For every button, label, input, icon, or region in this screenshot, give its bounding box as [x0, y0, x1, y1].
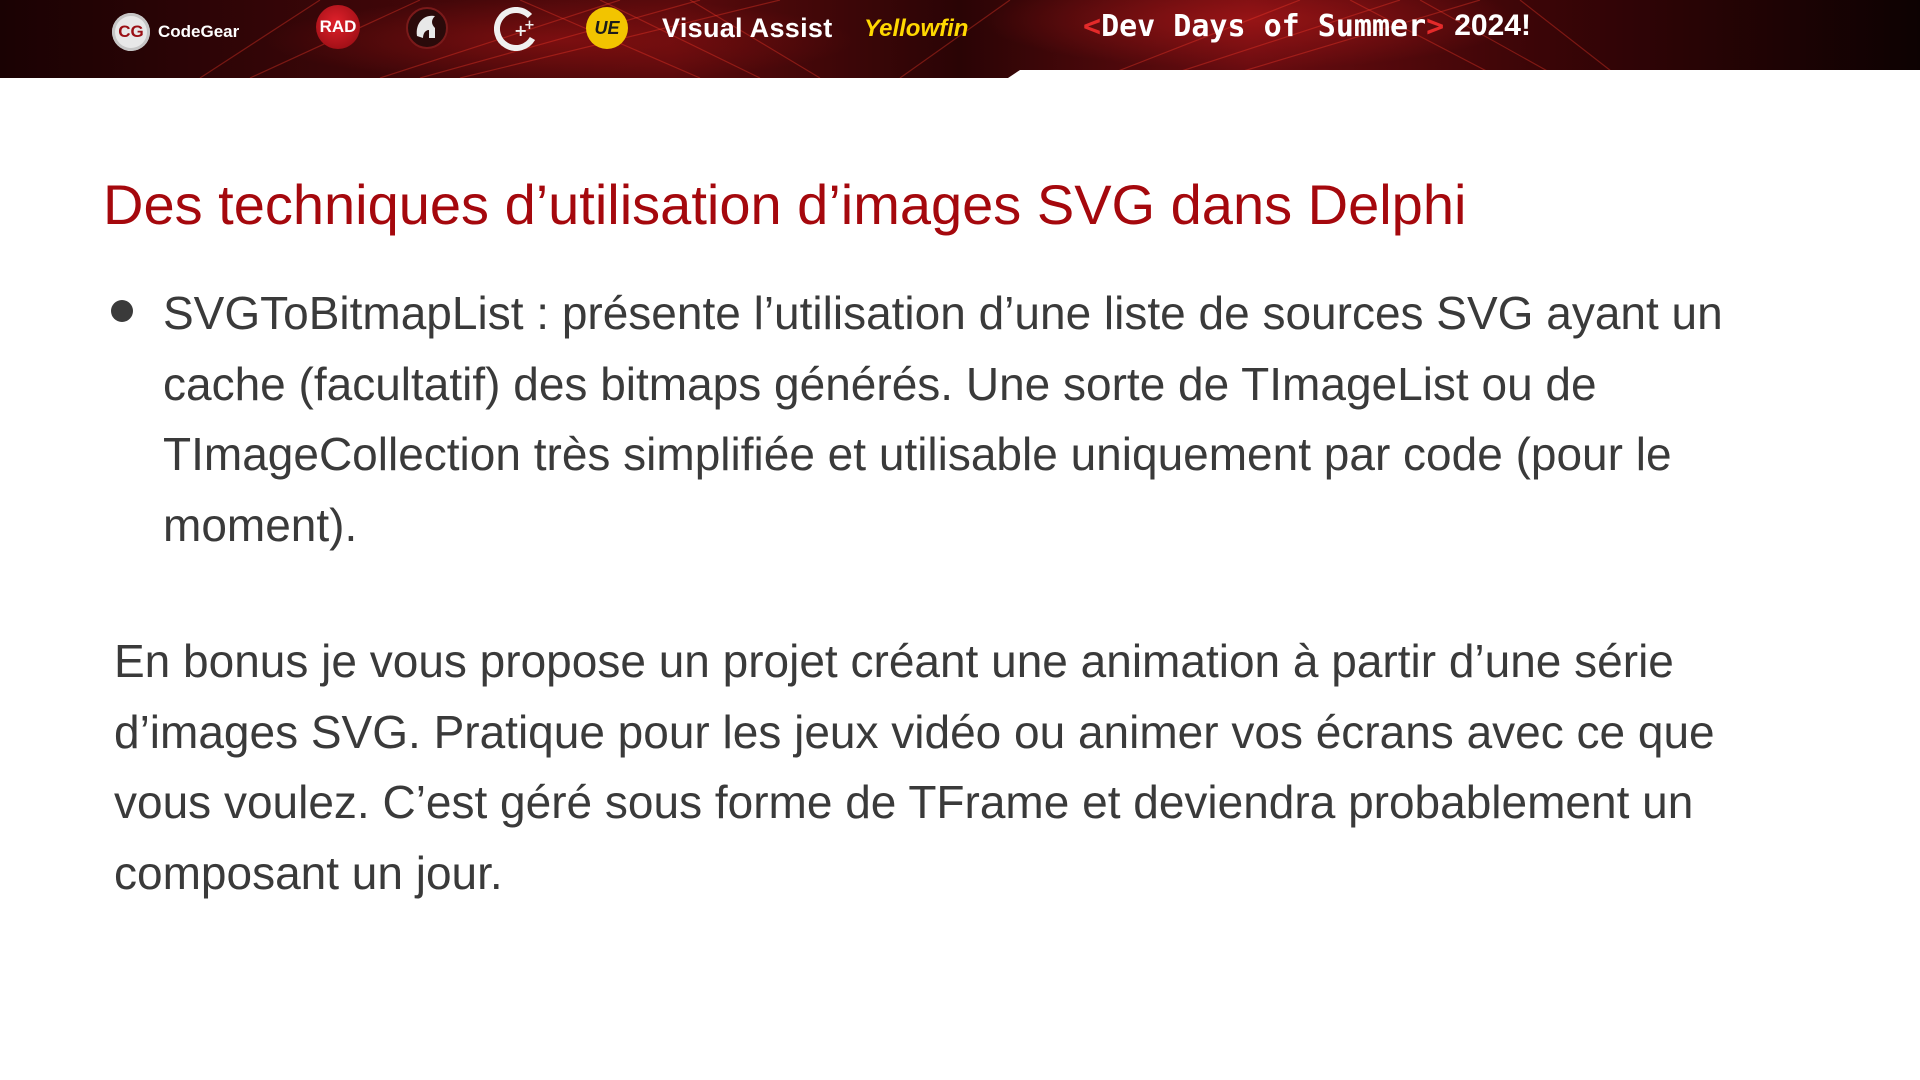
codegear-badge-icon: CG: [112, 13, 150, 51]
spartan-helmet-icon: [406, 7, 448, 49]
yellowfin-logo: Yellowfin: [864, 3, 968, 55]
ue-badge-icon: UE: [586, 7, 628, 49]
spartan-helmet-logo: [405, 2, 449, 54]
bullet-dot-icon: [111, 300, 133, 322]
slide-title: Des techniques d’utilisation d’images SV…: [103, 173, 1467, 236]
codegear-label: CodeGear: [158, 22, 240, 41]
event-title: < Dev Days of Summer > 2024!: [1083, 0, 1531, 52]
close-bracket: >: [1426, 8, 1445, 44]
svg-text:+: +: [524, 18, 535, 33]
yellowfin-label: Yellowfin: [864, 15, 969, 42]
rad-badge-icon: RAD: [316, 5, 360, 49]
codegear-logo: CG CodeGear: [112, 6, 239, 58]
bonus-paragraph: En bonus je vous propose un projet créan…: [114, 635, 1715, 899]
visual-assist-logo: Visual Assist: [662, 2, 833, 54]
bullet-item: SVGToBitmapList : présente l’utilisation…: [111, 278, 1751, 560]
event-year: 2024!: [1454, 9, 1531, 42]
sponsor-banner: CG CodeGear RAD + + UE Visual Assist Yel…: [0, 0, 1920, 78]
cpp-icon: + +: [494, 7, 538, 51]
rad-logo: RAD: [316, 1, 360, 53]
visual-assist-label: Visual Assist: [662, 12, 833, 43]
open-bracket: <: [1083, 8, 1102, 44]
bullet-text: SVGToBitmapList : présente l’utilisation…: [163, 287, 1723, 551]
event-name: Dev Days of Summer: [1101, 8, 1427, 44]
cpp-logo: + +: [494, 3, 540, 55]
ue-logo: UE: [586, 2, 628, 54]
